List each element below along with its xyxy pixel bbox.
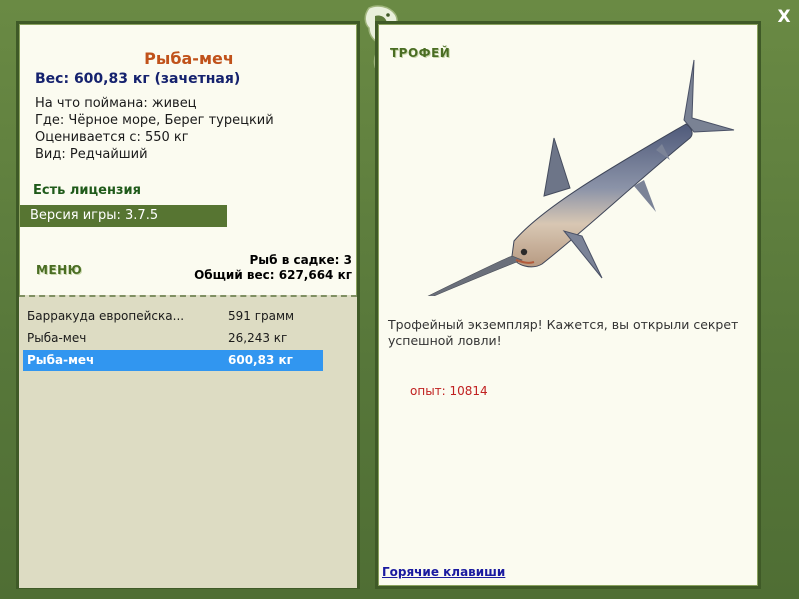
- trophy-description: Трофейный экземпляр! Кажется, вы открыли…: [388, 317, 739, 348]
- catch-name: Барракуда европейска...: [27, 309, 185, 323]
- catch-list-item-selected[interactable]: Рыба-меч 600,83 кг: [23, 350, 323, 371]
- catch-weight: 591 грамм: [228, 309, 295, 323]
- trophy-panel: ТРОФЕЙ Трофейный экземпляр! Кажется, вы …: [375, 21, 761, 589]
- catch-name: Рыба-меч: [27, 353, 95, 367]
- game-window: Рыба-меч Вес: 600,83 кг (зачетная) На чт…: [0, 0, 799, 599]
- keepnet-fish-count: Рыб в садке: 3: [249, 253, 353, 267]
- license-status: Есть лицензия: [33, 183, 141, 198]
- fish-name: Рыба-меч: [144, 49, 234, 68]
- version-bar: Версия игры: 3.7.5: [20, 205, 227, 227]
- experience-points: опыт: 10814: [410, 384, 488, 398]
- fish-info-panel: Рыба-меч Вес: 600,83 кг (зачетная) На чт…: [16, 21, 360, 589]
- rarity-info: Вид: Редчайший: [35, 147, 148, 162]
- catch-list-item[interactable]: Барракуда европейска... 591 грамм: [23, 306, 323, 327]
- catch-weight: 26,243 кг: [228, 331, 288, 345]
- close-icon[interactable]: X: [773, 6, 795, 28]
- swordfish-illustration: [394, 56, 744, 313]
- menu-button[interactable]: МЕНЮ: [36, 263, 82, 277]
- catch-name: Рыба-меч: [27, 331, 87, 345]
- keepnet-total-weight: Общий вес: 627,664 кг: [194, 268, 352, 282]
- catch-weight: 600,83 кг: [228, 353, 293, 367]
- catch-list-item[interactable]: Рыба-меч 26,243 кг: [23, 328, 323, 349]
- bait-info: На что поймана: живец: [35, 96, 197, 111]
- catch-list: Барракуда европейска... 591 грамм Рыба-м…: [19, 295, 357, 588]
- trophy-threshold-info: Оценивается с: 550 кг: [35, 130, 189, 145]
- location-info: Где: Чёрное море, Берег турецкий: [35, 113, 274, 128]
- fish-weight: Вес: 600,83 кг (зачетная): [35, 71, 241, 87]
- hotkeys-link[interactable]: Горячие клавиши: [382, 565, 505, 579]
